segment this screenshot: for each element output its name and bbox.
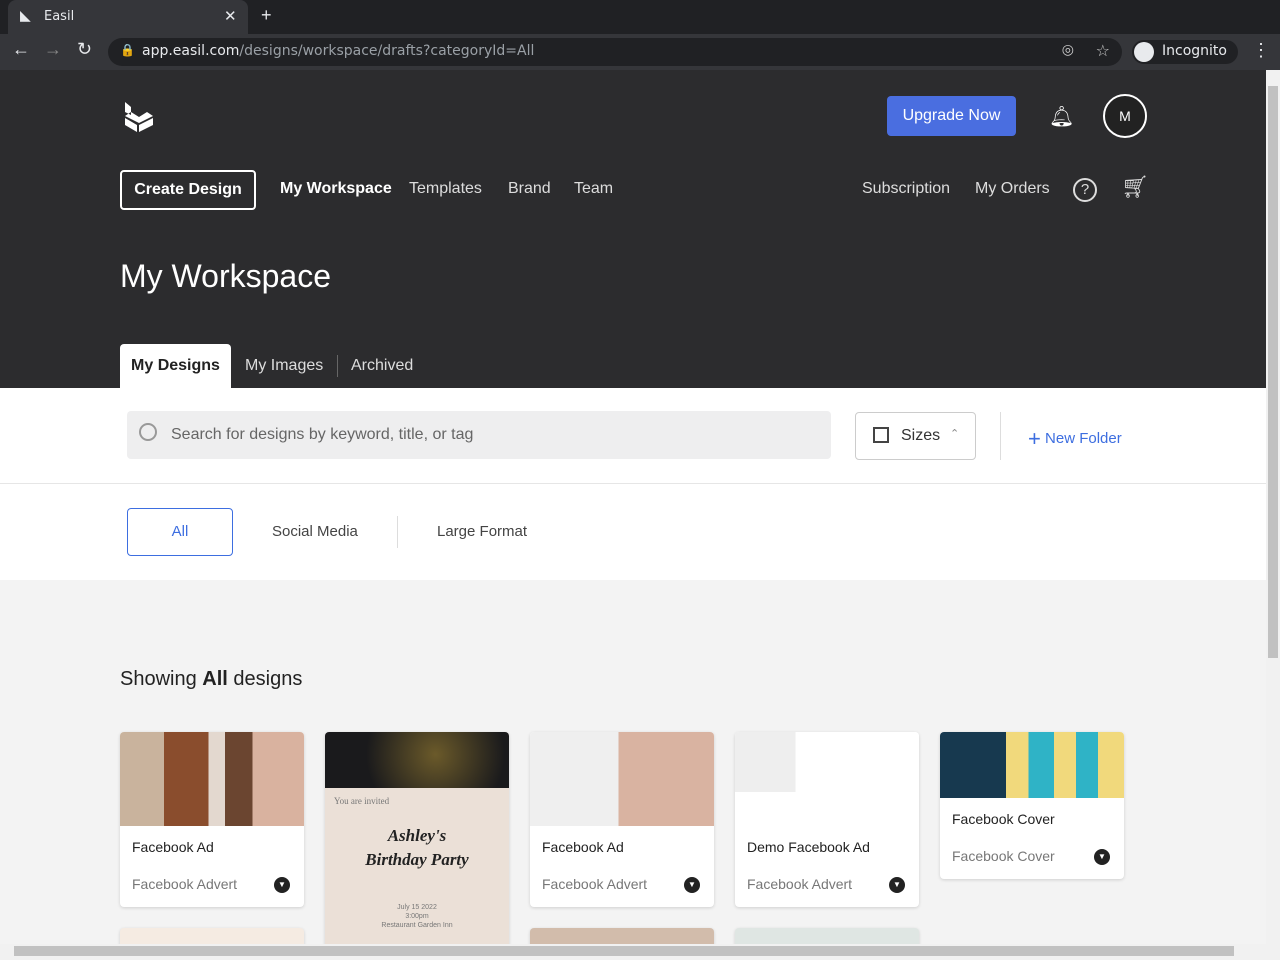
category-filters: All Social Media Large Format <box>0 484 1266 580</box>
nav-my-workspace[interactable]: My Workspace <box>280 180 392 198</box>
chevron-down-icon[interactable]: ▼ <box>889 877 905 893</box>
invite-date: July 15 2022 <box>397 904 437 911</box>
divider <box>397 516 398 548</box>
chevron-down-icon[interactable]: ▼ <box>684 877 700 893</box>
design-card[interactable]: Facebook Ad Facebook Advert ▼ <box>120 732 304 907</box>
forward-icon[interactable]: → <box>44 39 62 60</box>
design-card[interactable] <box>530 928 714 944</box>
reload-icon[interactable]: ↻ <box>77 39 92 60</box>
toolbar: Search for designs by keyword, title, or… <box>0 388 1266 484</box>
scroll-thumb[interactable] <box>14 946 1234 956</box>
tab-archived[interactable]: Archived <box>351 357 413 375</box>
new-tab-icon[interactable]: + <box>261 5 272 26</box>
easil-favicon-icon: ◣ <box>20 8 31 24</box>
card-title: Facebook Ad <box>132 839 214 855</box>
address-bar-row: ← → ↻ 🔒 app.easil.com/designs/workspace/… <box>0 34 1280 70</box>
create-design-button[interactable]: Create Design <box>120 170 256 210</box>
filter-all[interactable]: All <box>127 508 233 556</box>
chevron-down-icon[interactable]: ▼ <box>1094 849 1110 865</box>
card-title: Facebook Cover <box>952 811 1055 827</box>
scroll-thumb[interactable] <box>1268 86 1278 658</box>
tab-my-designs[interactable]: My Designs <box>120 344 231 388</box>
browser-tab-bar: ◣ Easil ✕ + <box>0 0 1280 34</box>
easil-logo <box>125 102 153 132</box>
url-field[interactable]: 🔒 app.easil.com/designs/workspace/drafts… <box>108 38 1122 66</box>
showing-heading: Showing All designs <box>120 668 303 690</box>
nav-team[interactable]: Team <box>574 180 613 198</box>
design-thumbnail <box>735 732 919 826</box>
invite-name: Ashley's <box>387 826 447 845</box>
filter-social-media[interactable]: Social Media <box>272 523 358 540</box>
invite-time: 3:00pm <box>405 913 429 920</box>
close-tab-icon[interactable]: ✕ <box>224 7 237 25</box>
invite-text: You are invited <box>334 796 390 806</box>
url-host: app.easil.com <box>142 43 240 59</box>
incognito-icon <box>1134 42 1154 62</box>
invite-event: Birthday Party <box>365 850 469 869</box>
design-card[interactable] <box>120 928 304 944</box>
design-card[interactable]: Facebook Cover Facebook Cover ▼ <box>940 732 1124 879</box>
page: Upgrade Now 🔔︎ M Create Design My Worksp… <box>0 70 1266 944</box>
design-thumbnail <box>120 732 304 826</box>
card-subtitle: Facebook Advert <box>132 876 238 892</box>
nav-templates[interactable]: Templates <box>409 180 482 198</box>
resize-icon <box>873 427 889 443</box>
card-title: Demo Facebook Ad <box>747 839 870 855</box>
vertical-scrollbar[interactable] <box>1266 70 1280 944</box>
search-placeholder: Search for designs by keyword, title, or… <box>171 426 474 443</box>
design-card[interactable]: Facebook Ad Facebook Advert ▼ <box>530 732 714 907</box>
browser-tab[interactable]: ◣ Easil ✕ <box>8 0 248 34</box>
divider <box>1000 412 1001 460</box>
lock-icon: 🔒 <box>120 43 135 57</box>
avatar[interactable]: M <box>1103 94 1147 138</box>
new-folder-label: New Folder <box>1045 430 1122 447</box>
profile-label: Incognito <box>1162 43 1227 59</box>
design-card[interactable]: Demo Facebook Ad Facebook Advert ▼ <box>735 732 919 907</box>
card-title: Facebook Ad <box>542 839 624 855</box>
new-folder-button[interactable]: + New Folder <box>1028 426 1122 452</box>
cart-icon[interactable]: 🛒︎ <box>1121 174 1149 200</box>
menu-icon[interactable]: ⋮ <box>1252 40 1270 61</box>
chevron-up-icon: ⌃ <box>950 428 960 440</box>
invite-venue: Restaurant Garden Inn <box>381 922 453 929</box>
back-icon[interactable]: ← <box>12 39 30 60</box>
url-path: /designs/workspace/drafts?categoryId=All <box>239 43 535 59</box>
filter-large-format[interactable]: Large Format <box>437 523 527 540</box>
search-input[interactable]: Search for designs by keyword, title, or… <box>127 411 831 459</box>
tab-my-images[interactable]: My Images <box>245 357 323 375</box>
nav-subscription[interactable]: Subscription <box>862 180 950 198</box>
card-subtitle: Facebook Advert <box>542 876 648 892</box>
horizontal-scrollbar[interactable] <box>0 944 1280 960</box>
upgrade-now-button[interactable]: Upgrade Now <box>887 96 1016 136</box>
design-thumbnail <box>940 732 1124 798</box>
incognito-badge[interactable]: Incognito <box>1132 40 1238 64</box>
card-subtitle: Facebook Cover <box>952 848 1055 864</box>
design-card[interactable] <box>735 928 919 944</box>
nav-brand[interactable]: Brand <box>508 180 551 198</box>
star-icon[interactable]: ☆ <box>1096 41 1110 60</box>
tab-title: Easil <box>44 9 75 24</box>
tab-divider <box>337 355 338 377</box>
help-icon[interactable]: ? <box>1073 178 1097 202</box>
page-title: My Workspace <box>120 258 332 294</box>
card-subtitle: Facebook Advert <box>747 876 853 892</box>
design-card[interactable]: You are invited Ashley's Birthday Party … <box>325 732 509 944</box>
bell-icon[interactable]: 🔔︎ <box>1049 104 1074 129</box>
plus-icon: + <box>1028 426 1041 451</box>
header: Upgrade Now 🔔︎ M Create Design My Worksp… <box>0 70 1266 388</box>
eye-off-icon[interactable]: ◎ <box>1062 42 1074 58</box>
design-thumbnail <box>325 732 509 788</box>
sizes-label: Sizes <box>901 427 941 444</box>
design-thumbnail <box>530 732 714 826</box>
nav-my-orders[interactable]: My Orders <box>975 180 1050 198</box>
sizes-dropdown[interactable]: Sizes ⌃ <box>855 412 976 460</box>
chevron-down-icon[interactable]: ▼ <box>274 877 290 893</box>
search-icon <box>139 423 157 441</box>
